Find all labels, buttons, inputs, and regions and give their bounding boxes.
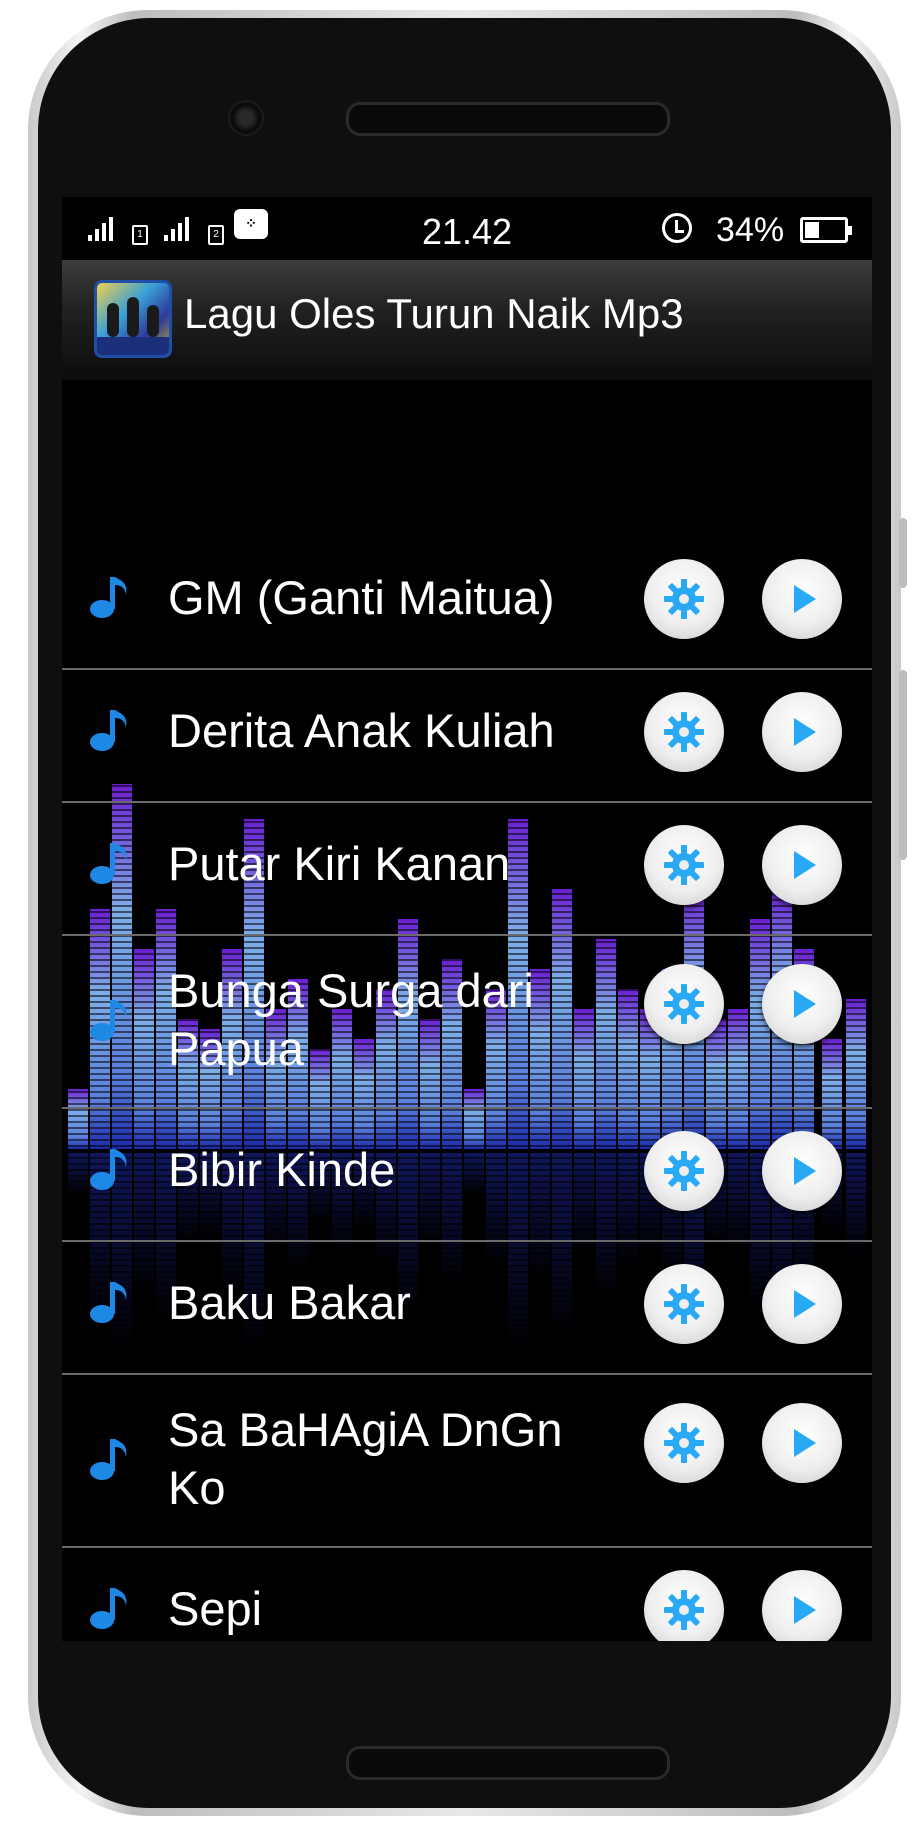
music-note-icon [88,1435,136,1483]
play-button[interactable] [762,825,842,905]
gear-icon [664,712,704,752]
volume-button [899,518,907,588]
play-icon [794,1290,816,1318]
song-row[interactable]: Derita Anak Kuliah [62,670,872,803]
gear-icon [664,984,704,1024]
song-title: Sepi [168,1582,263,1635]
app-bar: Lagu Oles Turun Naik Mp3 [62,260,872,380]
settings-button[interactable] [644,559,724,639]
play-icon [794,718,816,746]
music-note-icon [88,1584,136,1632]
settings-button[interactable] [644,964,724,1044]
song-row[interactable]: GM (Ganti Maitua) [62,537,872,670]
settings-button[interactable] [644,1131,724,1211]
app-logo-icon [94,280,172,358]
play-icon [794,1429,816,1457]
song-row[interactable]: Sepi [62,1548,872,1641]
song-row[interactable]: Bunga Surga dari Papua [62,936,872,1109]
settings-button[interactable] [644,692,724,772]
song-row[interactable]: Sa BaHAgiA DnGn Ko [62,1375,872,1548]
gear-icon [664,579,704,619]
battery-level [805,222,819,238]
gear-icon [664,1423,704,1463]
app-screen: 1 2 ⁘ 21.42 34% Lagu Oles Turun Naik Mp3… [62,197,872,1641]
song-title: GM (Ganti Maitua) [168,571,555,624]
play-icon [794,1596,816,1624]
music-note-icon [88,706,136,754]
settings-button[interactable] [644,825,724,905]
play-icon [794,1157,816,1185]
play-button[interactable] [762,1264,842,1344]
play-icon [794,851,816,879]
music-note-icon [88,1145,136,1193]
earpiece-speaker [346,102,670,136]
battery-icon [800,217,852,243]
music-note-icon [88,573,136,621]
play-icon [794,585,816,613]
gear-icon [664,1284,704,1324]
power-button [899,670,907,860]
settings-button[interactable] [644,1570,724,1641]
status-bar: 1 2 ⁘ 21.42 34% [62,197,872,260]
song-title: Bunga Surga dari Papua [168,964,534,1075]
gear-icon [664,1151,704,1191]
play-button[interactable] [762,1403,842,1483]
play-button[interactable] [762,964,842,1044]
music-note-icon [88,996,136,1044]
song-title: Derita Anak Kuliah [168,704,555,757]
app-title: Lagu Oles Turun Naik Mp3 [184,290,684,337]
play-button[interactable] [762,692,842,772]
gear-icon [664,845,704,885]
bottom-speaker [346,1746,670,1780]
music-note-icon [88,1278,136,1326]
song-title: Sa BaHAgiA DnGn Ko [168,1403,563,1514]
battery-percent: 34% [716,211,785,249]
play-button[interactable] [762,1570,842,1641]
song-list: GM (Ganti Maitua) Derita Anak Kuliah Putar… [62,537,872,1641]
settings-button[interactable] [644,1264,724,1344]
alarm-icon [662,213,692,243]
settings-button[interactable] [644,1403,724,1483]
front-camera [228,100,264,136]
song-row[interactable]: Putar Kiri Kanan [62,803,872,936]
song-title: Bibir Kinde [168,1143,396,1196]
play-button[interactable] [762,1131,842,1211]
music-note-icon [88,839,136,887]
gear-icon [664,1590,704,1630]
play-button[interactable] [762,559,842,639]
song-title: Baku Bakar [168,1276,411,1329]
song-title: Putar Kiri Kanan [168,837,511,890]
song-row[interactable]: Bibir Kinde [62,1109,872,1242]
play-icon [794,990,816,1018]
song-row[interactable]: Baku Bakar [62,1242,872,1375]
